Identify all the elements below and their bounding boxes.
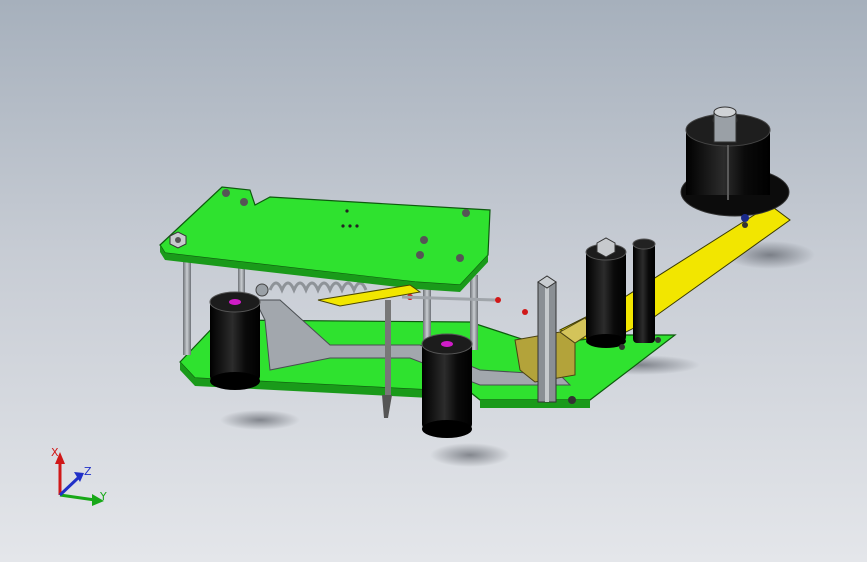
- triad-x-label: X: [51, 446, 59, 459]
- end-pulley[interactable]: [680, 106, 790, 222]
- graphics-viewport[interactable]: X Y Z: [0, 0, 867, 562]
- yellow-latch[interactable]: [317, 284, 422, 307]
- hex-standoff[interactable]: [537, 275, 557, 403]
- roller-thin-right[interactable]: [632, 238, 656, 343]
- triad-x-axis: X: [51, 446, 65, 495]
- roller-right[interactable]: [585, 237, 627, 348]
- assembly-model[interactable]: [0, 0, 867, 562]
- top-green-plate[interactable]: [159, 186, 491, 292]
- triad-z-axis: Z: [58, 465, 92, 497]
- triad-z-label: Z: [84, 465, 92, 478]
- coordinate-triad[interactable]: X Y Z: [40, 440, 120, 520]
- roller-left[interactable]: [209, 291, 261, 390]
- triad-y-label: Y: [99, 490, 107, 503]
- roller-front[interactable]: [421, 333, 473, 438]
- triad-y-axis: Y: [59, 490, 107, 506]
- hex-nut-top-left[interactable]: [169, 231, 187, 249]
- tension-spring[interactable]: [255, 281, 368, 297]
